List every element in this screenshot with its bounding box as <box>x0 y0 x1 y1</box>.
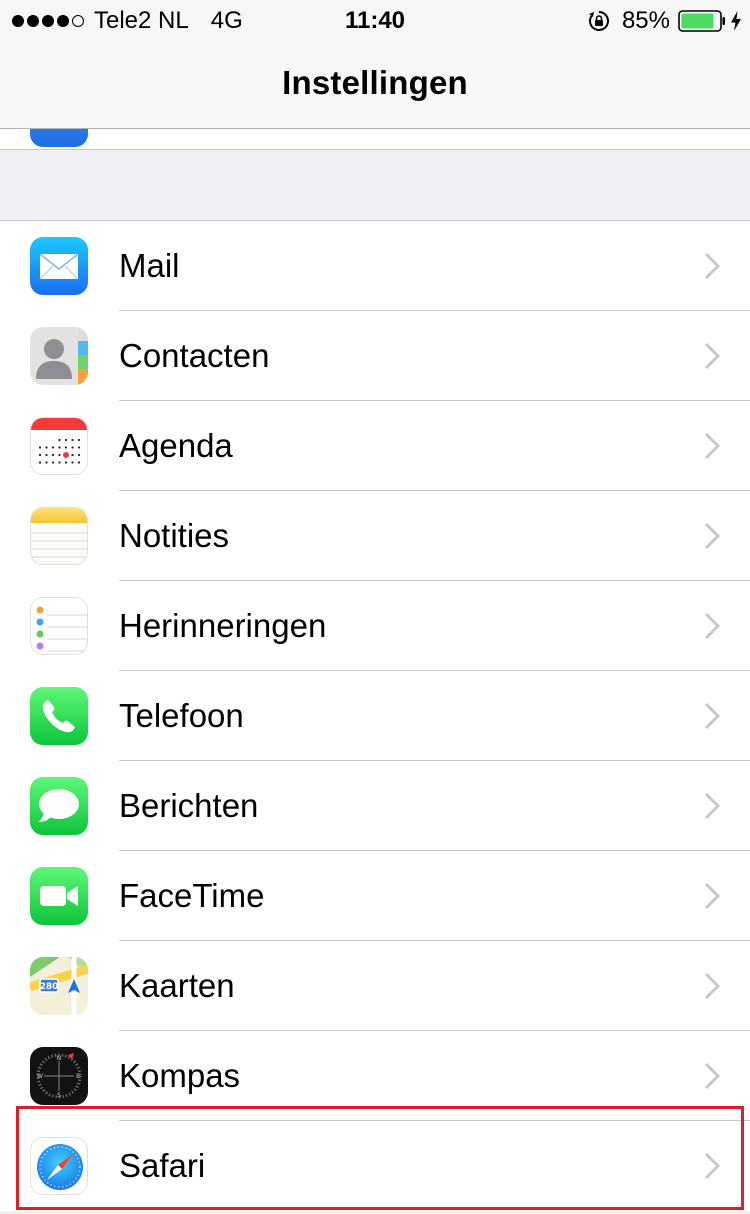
highway-shield-label: 280 <box>40 982 59 992</box>
settings-row-label: Telefoon <box>119 697 244 734</box>
messages-icon <box>30 777 88 835</box>
chevron-right-icon <box>704 1152 720 1180</box>
status-right: 85% <box>588 7 742 35</box>
settings-row-compass[interactable]: N W E S Kompas <box>0 1031 750 1121</box>
orientation-lock-icon <box>588 11 609 31</box>
calendar-icon <box>30 417 88 475</box>
chevron-right-icon <box>704 1062 720 1090</box>
settings-row-label: Notities <box>119 517 230 554</box>
settings-row-maps[interactable]: 280 Kaarten <box>0 941 750 1031</box>
navigation-bar: Instellingen <box>0 40 750 129</box>
compass-letter: S <box>57 1092 61 1099</box>
settings-row-label: Berichten <box>119 787 259 824</box>
settings-row-label: Agenda <box>119 427 233 464</box>
settings-list: Mail Contacten Agenda Notities Herinneri… <box>0 220 750 1211</box>
settings-row-calendar[interactable]: Agenda <box>0 401 750 491</box>
chevron-right-icon <box>704 792 720 820</box>
mail-icon <box>30 237 88 295</box>
settings-row-messages[interactable]: Berichten <box>0 761 750 851</box>
charging-bolt-icon <box>731 11 741 31</box>
safari-icon <box>30 1137 88 1195</box>
settings-row-label: Kompas <box>119 1057 241 1094</box>
facetime-icon <box>30 867 88 925</box>
settings-row-notes[interactable]: Notities <box>0 491 750 581</box>
settings-row-label: Kaarten <box>119 967 235 1004</box>
maps-icon: 280 <box>30 957 88 1015</box>
settings-row-label: Herinneringen <box>119 607 327 644</box>
chevron-right-icon <box>704 522 720 550</box>
chevron-right-icon <box>704 612 720 640</box>
chevron-right-icon <box>704 252 720 280</box>
chevron-right-icon <box>704 342 720 370</box>
settings-row-facetime[interactable]: FaceTime <box>0 851 750 941</box>
status-bar: Tele2 NL 4G 11:40 85% <box>0 0 750 40</box>
compass-letter: E <box>76 1073 80 1080</box>
page-title: Instellingen <box>282 64 468 101</box>
battery-icon <box>678 10 725 32</box>
settings-row-mail[interactable]: Mail <box>0 221 750 311</box>
settings-row-contacts[interactable]: Contacten <box>0 311 750 401</box>
compass-letter: N <box>57 1055 62 1062</box>
phone-icon <box>30 687 88 745</box>
settings-row-label: Safari <box>119 1147 206 1184</box>
settings-row-label: Contacten <box>119 337 270 374</box>
chevron-right-icon <box>704 702 720 730</box>
settings-row-reminders[interactable]: Herinneringen <box>0 581 750 671</box>
chevron-right-icon <box>704 882 720 910</box>
compass-letter: W <box>37 1073 43 1080</box>
scrolled-list-item[interactable] <box>0 89 750 150</box>
contacts-icon <box>30 327 88 385</box>
settings-row-label: Mail <box>119 247 180 284</box>
settings-row-label: FaceTime <box>119 877 265 914</box>
notes-icon <box>30 507 88 565</box>
settings-row-phone[interactable]: Telefoon <box>0 671 750 761</box>
compass-icon: N W E S <box>30 1047 88 1105</box>
reminders-icon <box>30 597 88 655</box>
chevron-right-icon <box>704 432 720 460</box>
chevron-right-icon <box>704 972 720 1000</box>
settings-row-safari[interactable]: Safari <box>0 1121 750 1211</box>
battery-percentage: 85% <box>621 7 670 34</box>
